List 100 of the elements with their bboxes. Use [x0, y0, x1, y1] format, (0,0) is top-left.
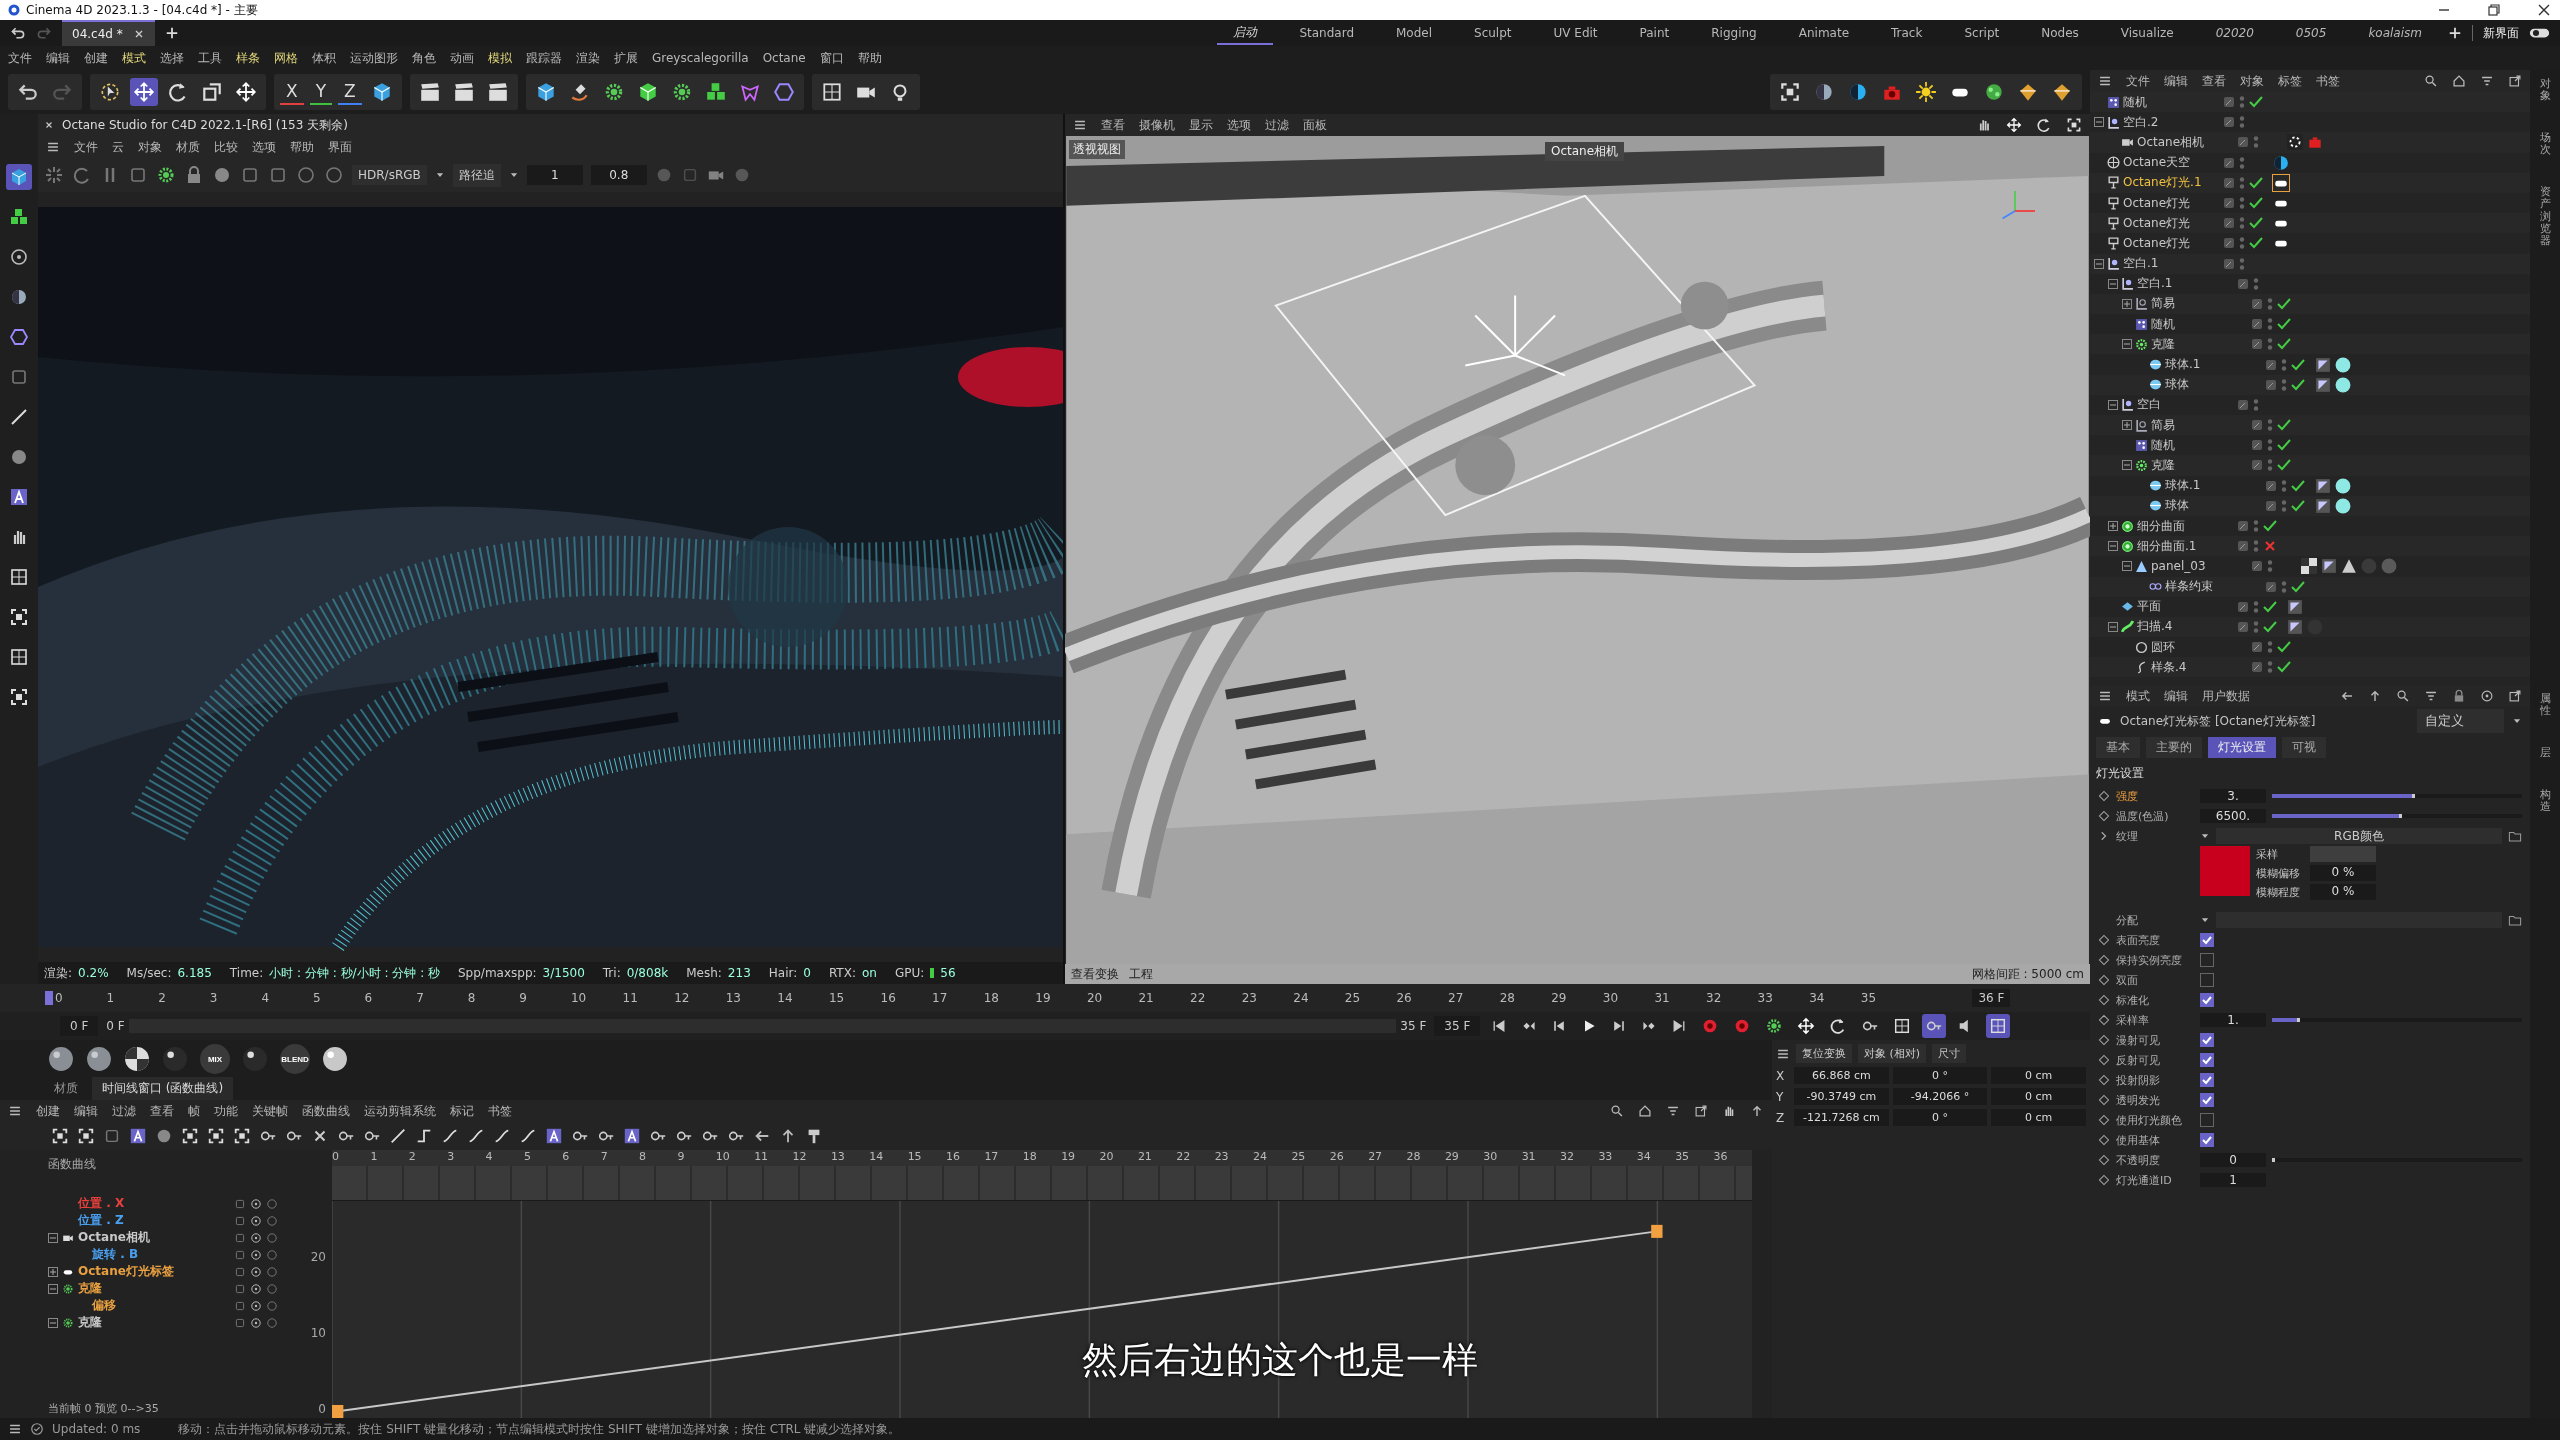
object-name[interactable]: Octane天空	[2123, 154, 2191, 172]
layout-tab[interactable]: 启动	[1217, 21, 1274, 45]
axis-button[interactable]: Y	[309, 79, 333, 105]
object-name[interactable]: Octane灯光	[2123, 234, 2191, 252]
coordinate-field[interactable]: 0 cm	[1991, 1088, 2086, 1105]
track-label[interactable]: 位置 . X	[78, 1195, 125, 1212]
menu-item[interactable]: 编辑	[74, 1102, 98, 1120]
track-label[interactable]: 位置 . Z	[78, 1212, 124, 1229]
object-name[interactable]: Octane灯光	[2123, 194, 2191, 212]
coordinate-field[interactable]: -94.2066 °	[1892, 1088, 1988, 1105]
menu-item[interactable]: 样条	[236, 49, 260, 67]
menu-item[interactable]: 选项	[1227, 116, 1251, 134]
number-field[interactable]: 1	[526, 165, 583, 185]
frame-field[interactable]: 35 F	[1434, 1016, 1481, 1036]
number-field[interactable]: 0	[2200, 1153, 2266, 1167]
object-name[interactable]: Octane相机	[2137, 133, 2205, 151]
menu-item[interactable]: 模式	[122, 49, 146, 67]
frame-field[interactable]: 0 F	[60, 1016, 99, 1036]
menu-item[interactable]: 渲染	[576, 49, 600, 67]
track-label[interactable]: Octane灯光标签	[78, 1263, 174, 1280]
menu-item[interactable]: 对象	[2240, 72, 2264, 90]
number-field[interactable]: 0 %	[2310, 865, 2376, 881]
layout-tab[interactable]: UV Edit	[1537, 24, 1614, 42]
object-name[interactable]: 简易	[2151, 295, 2175, 313]
object-name[interactable]: 随机	[2123, 93, 2147, 111]
document-tab[interactable]: 04.c4d *	[62, 20, 155, 46]
menu-item[interactable]: 查看	[150, 1102, 174, 1120]
menu-item[interactable]: 模拟	[488, 49, 512, 67]
menu-item[interactable]: 文件	[2126, 72, 2150, 90]
side-tab[interactable]: 属性	[2539, 693, 2551, 718]
menu-item[interactable]: 标签	[2278, 72, 2302, 90]
layout-tab[interactable]: Paint	[1623, 24, 1686, 42]
menu-item[interactable]: 角色	[412, 49, 436, 67]
menu-item[interactable]: 文件	[8, 49, 32, 67]
menu-item[interactable]: 材质	[176, 138, 200, 156]
menu-item[interactable]: 对象	[138, 138, 162, 156]
object-name[interactable]: 样条约束	[2165, 578, 2213, 596]
menu-item[interactable]: 界面	[328, 138, 352, 156]
coordinate-field[interactable]: 66.868 cm	[1794, 1067, 1889, 1084]
object-name[interactable]: 球体	[2165, 497, 2189, 515]
menu-item[interactable]: 功能	[214, 1102, 238, 1120]
number-field[interactable]: 3.	[2200, 789, 2266, 803]
menu-item[interactable]: 跟踪器	[526, 49, 562, 67]
layout-tab[interactable]: Animate	[1782, 24, 1865, 42]
menu-item[interactable]: 选择	[160, 49, 184, 67]
layout-tab[interactable]: Sculpt	[1458, 24, 1528, 42]
track-label[interactable]: 克隆	[78, 1280, 102, 1297]
object-name[interactable]: 空白.1	[2137, 275, 2173, 293]
coordinate-field[interactable]: 0 cm	[1991, 1067, 2086, 1084]
menu-item[interactable]: 工具	[198, 49, 222, 67]
menu-item[interactable]: 动画	[450, 49, 474, 67]
object-name[interactable]: 样条.4	[2151, 658, 2187, 676]
object-name[interactable]: 扫描.4	[2137, 618, 2173, 636]
menu-item[interactable]: 帮助	[290, 138, 314, 156]
menu-item[interactable]: 体积	[312, 49, 336, 67]
dropdown[interactable]: 尺寸	[1932, 1044, 1967, 1063]
panel-tab[interactable]: 时间线窗口 (函数曲线)	[92, 1077, 234, 1100]
menu-item[interactable]: 运动图形	[350, 49, 398, 67]
tab[interactable]: 基本	[2096, 736, 2140, 758]
menu-item[interactable]: 模式	[2126, 687, 2150, 705]
number-field[interactable]: 0 %	[2310, 884, 2376, 900]
menu-item[interactable]: 用户数据	[2202, 687, 2250, 705]
object-name[interactable]: 随机	[2151, 436, 2175, 454]
menu-item[interactable]: 创建	[84, 49, 108, 67]
object-name[interactable]: Octane灯光.1	[2123, 174, 2202, 192]
layout-tab[interactable]: 0505	[2279, 24, 2343, 42]
side-tab[interactable]: 构造	[2539, 789, 2551, 814]
object-name[interactable]: 细分曲面.1	[2137, 537, 2197, 555]
material-ball[interactable]: MIX	[200, 1044, 230, 1074]
preset-dropdown[interactable]: 自定义	[2417, 709, 2504, 733]
layout-tab[interactable]: Model	[1380, 24, 1449, 42]
object-name[interactable]: 克隆	[2151, 456, 2175, 474]
layout-tab[interactable]: Track	[1875, 24, 1939, 42]
menu-item[interactable]: 帧	[188, 1102, 200, 1120]
tab[interactable]: 灯光设置	[2208, 736, 2276, 758]
layout-tab[interactable]: Nodes	[2025, 24, 2095, 42]
texture-field[interactable]: RGB颜色	[2216, 828, 2502, 844]
menu-item[interactable]: 创建	[36, 1102, 60, 1120]
side-tab[interactable]: 资产浏览器	[2539, 186, 2551, 247]
menu-item[interactable]: 选项	[252, 138, 276, 156]
menu-item[interactable]: 显示	[1189, 116, 1213, 134]
menu-item[interactable]: 过滤	[112, 1102, 136, 1120]
menu-item[interactable]: 函数曲线	[302, 1102, 350, 1120]
object-name[interactable]: Octane灯光	[2123, 214, 2191, 232]
object-name[interactable]: 空白	[2137, 396, 2161, 414]
menu-item[interactable]: 编辑	[2164, 72, 2188, 90]
layout-tab[interactable]: 02020	[2199, 24, 2270, 42]
menu-item[interactable]: 编辑	[46, 49, 70, 67]
menu-item[interactable]: 云	[112, 138, 124, 156]
object-name[interactable]: 平面	[2137, 598, 2161, 616]
axis-button[interactable]: X	[280, 79, 304, 105]
object-name[interactable]: 球体	[2165, 376, 2189, 394]
tab[interactable]: 主要的	[2146, 736, 2202, 758]
side-tab[interactable]: 层	[2539, 747, 2551, 760]
panel-tab[interactable]: 材质	[44, 1077, 88, 1100]
object-name[interactable]: 球体.1	[2165, 477, 2201, 495]
object-name[interactable]: 简易	[2151, 416, 2175, 434]
coordinate-field[interactable]: 0 °	[1892, 1067, 1988, 1084]
menu-item[interactable]: 查看	[1101, 116, 1125, 134]
coordinate-field[interactable]: 0 cm	[1991, 1109, 2086, 1126]
